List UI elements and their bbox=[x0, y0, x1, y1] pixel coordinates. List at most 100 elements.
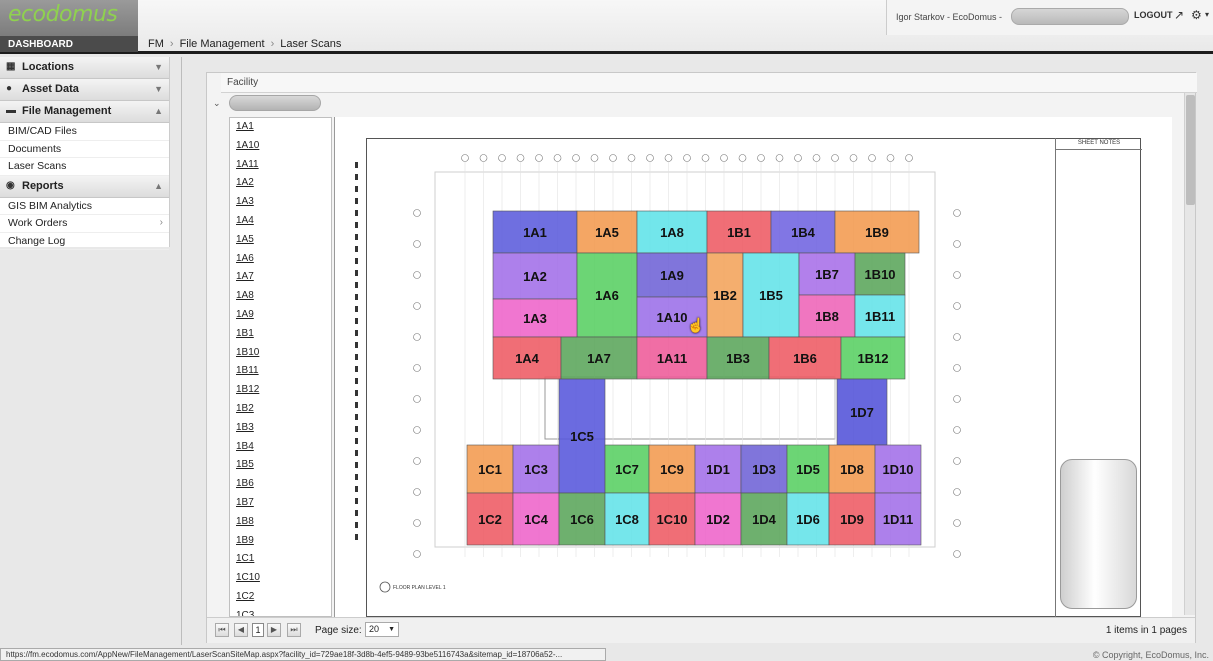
gear-icon[interactable]: ⚙ bbox=[1191, 8, 1202, 22]
pager-info: 1 items in 1 pages bbox=[1105, 625, 1187, 636]
zone-label: 1B3 bbox=[726, 351, 750, 366]
site-link[interactable]: 1B5 bbox=[230, 456, 331, 475]
sidebar-section-asset-data[interactable]: ● Asset Data ▼ bbox=[0, 79, 169, 101]
site-map-selector[interactable] bbox=[229, 95, 321, 111]
site-link[interactable]: 1A11 bbox=[230, 156, 331, 175]
sidebar-section-locations[interactable]: ▦ Locations ▼ bbox=[0, 57, 169, 79]
section-label: Locations bbox=[22, 61, 74, 73]
page-number-input[interactable]: 1 bbox=[252, 623, 264, 637]
site-link[interactable]: 1B1 bbox=[230, 325, 331, 344]
detail-mark bbox=[355, 498, 358, 504]
site-link[interactable]: 1B7 bbox=[230, 494, 331, 513]
vertical-scrollbar[interactable] bbox=[1184, 93, 1195, 615]
dashboard-link[interactable]: DASHBOARD bbox=[0, 36, 138, 52]
scrollbar-thumb[interactable] bbox=[1186, 95, 1195, 205]
grid-bubble bbox=[627, 154, 636, 162]
floor-plan-viewer[interactable]: SHEET NOTES 1A1 1A5 1A8 1B1 1B4 1B9 1A2 1A6 1A9 1… bbox=[334, 117, 1172, 617]
site-link[interactable]: 1C1 bbox=[230, 550, 331, 569]
zone-label: 1B4 bbox=[791, 225, 816, 240]
sidebar-item-laser-scans[interactable]: Laser Scans bbox=[0, 158, 169, 176]
sidebar-divider[interactable] bbox=[181, 57, 182, 645]
site-link[interactable]: 1A8 bbox=[230, 287, 331, 306]
detail-mark bbox=[355, 510, 358, 516]
site-link[interactable]: 1C2 bbox=[230, 588, 331, 607]
sidebar-item-work-orders[interactable]: Work Orders › bbox=[0, 215, 169, 233]
zone-label: 1B5 bbox=[759, 288, 783, 303]
site-link[interactable]: 1B10 bbox=[230, 344, 331, 363]
sidebar-section-file-management[interactable]: ▬ File Management ▲ bbox=[0, 101, 169, 123]
grid-bubble bbox=[413, 395, 421, 403]
site-link[interactable]: 1A4 bbox=[230, 212, 331, 231]
site-link[interactable]: 1A5 bbox=[230, 231, 331, 250]
detail-mark bbox=[355, 330, 358, 336]
grid-bubble bbox=[953, 457, 961, 465]
site-link[interactable]: 1B6 bbox=[230, 475, 331, 494]
prev-page-icon[interactable]: ◀ bbox=[234, 623, 248, 637]
grid-bubble bbox=[953, 364, 961, 372]
chevron-down-icon[interactable]: ▼ bbox=[154, 62, 163, 72]
grid-bubble bbox=[775, 154, 784, 162]
breadcrumb-fm[interactable]: FM bbox=[148, 38, 164, 50]
sidebar-item-change-log[interactable]: Change Log bbox=[0, 233, 169, 250]
site-link[interactable]: 1B11 bbox=[230, 362, 331, 381]
chevron-up-icon[interactable]: ▲ bbox=[154, 106, 163, 116]
sidebar-item-bim-cad-files[interactable]: BIM/CAD Files bbox=[0, 123, 169, 141]
sidebar-item-documents[interactable]: Documents bbox=[0, 141, 169, 158]
grid-bubble bbox=[953, 333, 961, 341]
grid-bubble bbox=[609, 154, 617, 162]
copyright: © Copyright, EcoDomus, Inc. bbox=[1092, 650, 1209, 660]
zoom-navigator[interactable] bbox=[1060, 459, 1137, 609]
site-link[interactable]: 1A3 bbox=[230, 193, 331, 212]
plan-title-bubble bbox=[379, 581, 391, 593]
chevron-up-icon[interactable]: ▲ bbox=[154, 181, 163, 191]
chevron-down-icon[interactable]: ⌄ bbox=[213, 98, 221, 109]
detail-mark bbox=[355, 246, 358, 252]
site-link[interactable]: 1C3 bbox=[230, 607, 331, 616]
chevron-right-icon: › bbox=[169, 38, 174, 50]
last-page-icon[interactable]: ⏭ bbox=[287, 623, 301, 637]
sidebar-item-gis-bim-analytics[interactable]: GIS BIM Analytics bbox=[0, 198, 169, 215]
site-link[interactable]: 1B9 bbox=[230, 532, 331, 551]
zone-label: 1A6 bbox=[595, 288, 619, 303]
user-name: Igor Starkov - EcoDomus - bbox=[896, 12, 1003, 22]
site-link[interactable]: 1C10 bbox=[230, 569, 331, 588]
laser-scan-panel: Facility ⌄ 1A1 1A10 1A11 1A2 1A3 1A4 1A5 1A6 1A7… bbox=[206, 72, 1197, 643]
logout-arrow-icon[interactable]: ↗ bbox=[1174, 8, 1184, 22]
site-link[interactable]: 1B4 bbox=[230, 438, 331, 457]
grid-bubble bbox=[553, 154, 562, 162]
site-link[interactable]: 1A2 bbox=[230, 174, 331, 193]
site-link[interactable]: 1A6 bbox=[230, 250, 331, 269]
site-link[interactable]: 1B3 bbox=[230, 419, 331, 438]
site-link[interactable]: 1A10 bbox=[230, 137, 331, 156]
logout-link[interactable]: LOGOUT bbox=[1134, 10, 1173, 20]
grid-bubble bbox=[572, 154, 580, 162]
chevron-down-icon[interactable]: ▼ bbox=[154, 84, 163, 94]
sidebar-section-reports[interactable]: ◉ Reports ▲ bbox=[0, 175, 169, 198]
next-page-icon[interactable]: ▶ bbox=[267, 623, 281, 637]
page-size-label: Page size: bbox=[315, 625, 362, 636]
grid-bubble bbox=[953, 240, 961, 248]
facility-selector[interactable] bbox=[1011, 8, 1129, 25]
site-link[interactable]: 1B12 bbox=[230, 381, 331, 400]
breadcrumb-file-management[interactable]: File Management bbox=[180, 38, 265, 50]
zone-label: 1D4 bbox=[752, 512, 777, 527]
zone-label: 1D2 bbox=[706, 512, 730, 527]
zone-label: 1C4 bbox=[524, 512, 549, 527]
site-link[interactable]: 1A7 bbox=[230, 268, 331, 287]
site-link[interactable]: 1B8 bbox=[230, 513, 331, 532]
grid-bubble bbox=[953, 271, 961, 279]
site-link[interactable]: 1A9 bbox=[230, 306, 331, 325]
detail-mark bbox=[355, 486, 358, 492]
ecodomus-logo[interactable]: ecodomus bbox=[8, 2, 118, 27]
floor-plan-drawing[interactable]: 1A1 1A5 1A8 1B1 1B4 1B9 1A2 1A6 1A9 1B2 1B5 1B7 1B10… bbox=[335, 117, 1172, 617]
page-size-select[interactable]: 20 ▼ bbox=[365, 622, 399, 637]
zone-label: 1C6 bbox=[570, 512, 594, 527]
site-link[interactable]: 1B2 bbox=[230, 400, 331, 419]
chevron-down-icon[interactable]: ▾ bbox=[1205, 10, 1209, 19]
first-page-icon[interactable]: ⏮ bbox=[215, 623, 229, 637]
zone-label: 1C5 bbox=[570, 429, 594, 444]
site-link[interactable]: 1A1 bbox=[230, 118, 331, 137]
grid-bubble bbox=[905, 154, 913, 162]
detail-mark bbox=[355, 174, 358, 180]
zone-label: 1B10 bbox=[864, 267, 895, 282]
